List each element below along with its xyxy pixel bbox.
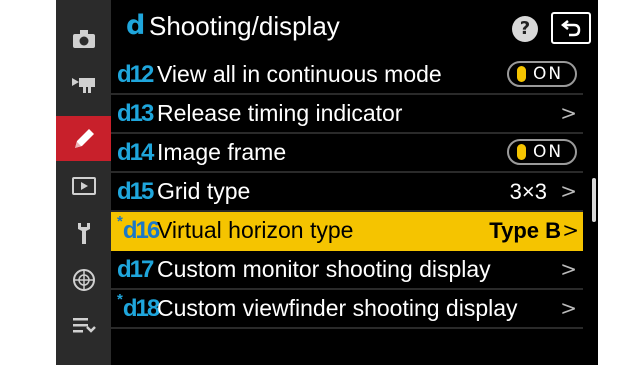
- network-icon: [72, 268, 95, 291]
- camera-screen: d Shooting/display ? d12 View all in cont…: [56, 0, 598, 365]
- menu-row-d16[interactable]: *d16 Virtual horizon type Type B >: [111, 212, 583, 251]
- chevron-right-icon: >: [562, 218, 579, 242]
- setting-code: d14: [117, 136, 154, 169]
- scrollbar[interactable]: [592, 178, 596, 222]
- setting-code-text: d16: [122, 217, 160, 244]
- menu-sidebar: [56, 0, 111, 365]
- sidebar-item-custom-settings[interactable]: [56, 116, 111, 161]
- settings-list: d12 View all in continuous mode ON d13 Relea…: [111, 56, 583, 329]
- camera-icon: [72, 29, 95, 48]
- toggle-state-text: ON: [533, 64, 564, 84]
- setting-label: Custom monitor shooting display: [157, 256, 491, 282]
- toggle-knob: [517, 144, 526, 160]
- setting-value: Type B: [489, 218, 561, 243]
- setting-code: *d18: [117, 292, 160, 325]
- sidebar-item-network[interactable]: [56, 257, 111, 302]
- setting-label: Release timing indicator: [157, 100, 403, 126]
- setting-value: 3×3: [509, 179, 547, 204]
- sidebar-item-my-menu[interactable]: [56, 302, 111, 347]
- sidebar-item-playback[interactable]: [56, 163, 111, 208]
- toggle-knob: [517, 66, 526, 82]
- playback-icon: [71, 176, 96, 195]
- setting-code-text: d17: [117, 256, 154, 283]
- on-off-toggle[interactable]: ON: [507, 61, 577, 87]
- help-button[interactable]: ?: [512, 16, 538, 42]
- setting-code: *d16: [117, 214, 160, 247]
- setting-label: View all in continuous mode: [157, 61, 442, 87]
- setting-code: d12: [117, 58, 154, 91]
- menu-header: d Shooting/display ?: [111, 0, 598, 54]
- menu-row-d18[interactable]: *d18 Custom viewfinder shooting display >: [111, 290, 583, 329]
- chevron-right-icon: >: [560, 296, 577, 320]
- setting-code-text: d12: [117, 61, 154, 88]
- menu-row-d13[interactable]: d13 Release timing indicator >: [111, 95, 583, 134]
- toggle-state-text: ON: [533, 142, 564, 162]
- menu-row-d14[interactable]: d14 Image frame ON: [111, 134, 583, 173]
- sidebar-item-setup[interactable]: [56, 210, 111, 255]
- sidebar-item-movie-recording[interactable]: [56, 61, 111, 106]
- menu-group-letter: d: [126, 10, 146, 41]
- setting-label: Custom viewfinder shooting display: [157, 295, 518, 321]
- setting-label: Grid type: [157, 178, 251, 204]
- page-title: Shooting/display: [149, 11, 340, 41]
- setting-code-text: d14: [117, 139, 154, 166]
- setting-code-text: d15: [117, 178, 154, 205]
- pencil-icon: [74, 128, 94, 148]
- menu-row-d12[interactable]: d12 View all in continuous mode ON: [111, 56, 583, 95]
- wrench-icon: [77, 222, 90, 244]
- chevron-right-icon: >: [560, 101, 577, 125]
- chevron-right-icon: >: [560, 257, 577, 281]
- setting-code: d13: [117, 97, 154, 130]
- on-off-toggle[interactable]: ON: [507, 139, 577, 165]
- sidebar-item-photo-shooting[interactable]: [56, 16, 111, 61]
- back-button[interactable]: [551, 12, 591, 44]
- movie-camera-icon: [71, 77, 95, 93]
- back-arrow-icon: [560, 20, 581, 37]
- setting-code-text: d13: [117, 100, 154, 127]
- menu-row-d15[interactable]: d15 Grid type 3×3 >: [111, 173, 583, 212]
- setting-code-text: d18: [122, 295, 160, 322]
- my-menu-icon: [72, 317, 96, 333]
- setting-label: Image frame: [157, 139, 287, 165]
- setting-code: d17: [117, 253, 154, 286]
- menu-row-d17[interactable]: d17 Custom monitor shooting display >: [111, 251, 583, 290]
- chevron-right-icon: >: [560, 179, 577, 203]
- setting-code: d15: [117, 175, 154, 208]
- setting-label: Virtual horizon type: [157, 217, 354, 243]
